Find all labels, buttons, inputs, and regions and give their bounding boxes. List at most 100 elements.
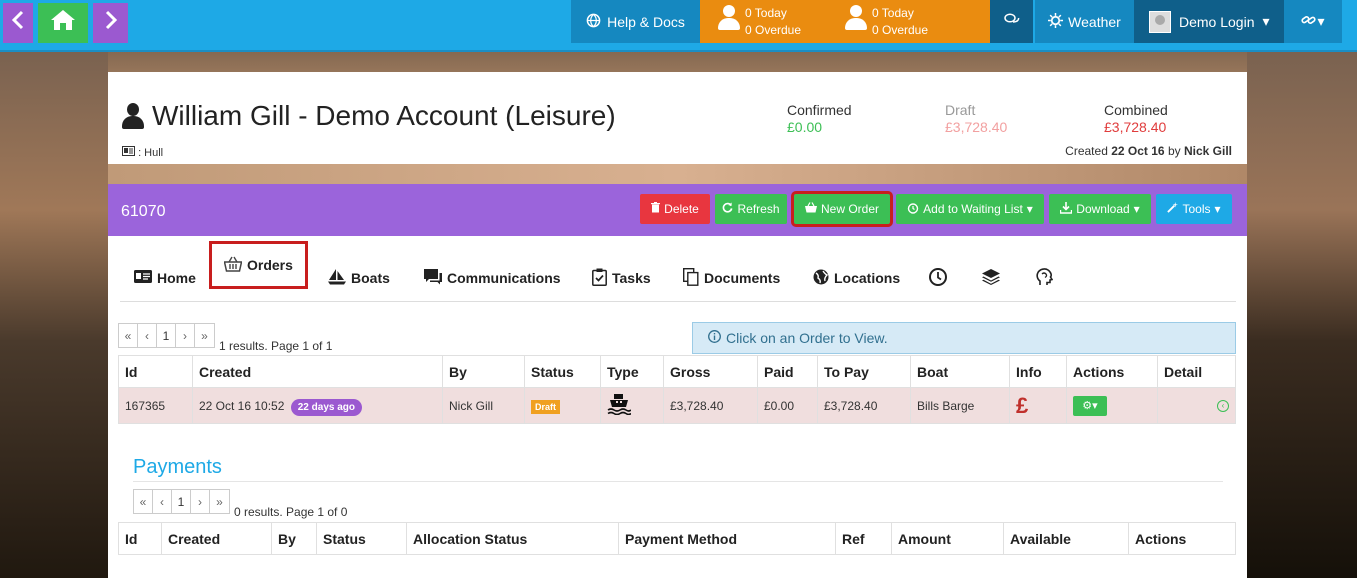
clipboard-check-icon: [592, 268, 607, 289]
combined-label: Combined: [1104, 102, 1168, 118]
column-header[interactable]: Actions: [1128, 522, 1236, 555]
gear-icon: ⚙: [1082, 400, 1093, 412]
column-header[interactable]: Allocation Status: [406, 522, 619, 555]
chevron-circle-left-icon[interactable]: ‹: [1217, 399, 1229, 412]
globe-icon: [813, 269, 829, 288]
column-header[interactable]: Info: [1009, 355, 1067, 388]
sun-icon: [1048, 12, 1064, 31]
account-panel: 61070 Delete Refresh New Order Add to Wa…: [108, 184, 1247, 578]
home-icon: [50, 9, 76, 37]
my-tasks-overdue: 0 Overdue: [745, 23, 802, 37]
column-header[interactable]: By: [442, 355, 525, 388]
pound-icon[interactable]: £: [1016, 393, 1028, 418]
chat-button[interactable]: [990, 0, 1033, 43]
download-button[interactable]: Download ▾: [1049, 194, 1151, 224]
tab-tasks[interactable]: Tasks: [592, 256, 651, 300]
column-header[interactable]: Created: [192, 355, 443, 388]
help-docs-button[interactable]: Help & Docs: [571, 0, 700, 43]
tab-documents[interactable]: Documents: [682, 256, 781, 300]
draft-value: £3,728.40: [945, 119, 1008, 135]
created-by-prefix: by: [1167, 144, 1181, 158]
prev-page-button[interactable]: ‹: [138, 324, 157, 347]
column-header[interactable]: Boat: [910, 355, 1010, 388]
page-1-button[interactable]: 1: [172, 490, 191, 513]
id-card-icon: [134, 270, 152, 286]
tab-communications[interactable]: Communications: [424, 256, 561, 300]
column-header[interactable]: Paid: [757, 355, 818, 388]
orders-table: Id Created By Status Type Gross Paid To …: [118, 355, 1236, 424]
payments-title: Payments: [133, 456, 222, 478]
column-header[interactable]: Amount: [891, 522, 1004, 555]
user-menu[interactable]: Demo Login ▾: [1134, 0, 1284, 43]
clock-icon: [929, 267, 947, 289]
first-page-button[interactable]: «: [119, 324, 138, 347]
tab-layers[interactable]: [982, 256, 1000, 300]
column-header[interactable]: Actions: [1066, 355, 1158, 388]
delete-button[interactable]: Delete: [640, 194, 710, 224]
first-page-button[interactable]: «: [134, 490, 153, 513]
forward-button[interactable]: [93, 3, 128, 43]
caret-down-icon: ▾: [1317, 13, 1325, 29]
column-header[interactable]: Ref: [835, 522, 892, 555]
column-header[interactable]: Id: [118, 522, 162, 555]
confirmed-label: Confirmed: [787, 102, 852, 118]
last-page-button[interactable]: »: [195, 324, 214, 347]
location-text: : Hull: [138, 147, 164, 159]
actions-dropdown-button[interactable]: ⚙ ▾: [1073, 395, 1107, 416]
tab-boats[interactable]: Boats: [328, 256, 390, 300]
caret-down-icon: ▾: [1262, 13, 1270, 29]
tab-locations-label: Locations: [834, 270, 901, 286]
waiting-list-label: Add to Waiting List: [923, 202, 1023, 216]
column-header[interactable]: Created: [161, 522, 272, 555]
team-tasks-widget[interactable]: 0 Today 0 Overdue: [844, 5, 928, 39]
layers-icon: [982, 268, 1000, 288]
order-boat-cell: Bills Barge: [910, 387, 1010, 424]
column-header[interactable]: Detail: [1157, 355, 1236, 388]
column-header[interactable]: Status: [316, 522, 407, 555]
chat-bubbles-icon: [1003, 12, 1020, 31]
waiting-list-button[interactable]: Add to Waiting List ▾: [896, 194, 1044, 224]
tab-home[interactable]: Home: [134, 256, 196, 300]
order-hint-text: Click on an Order to View.: [726, 330, 888, 346]
last-page-button[interactable]: »: [210, 490, 229, 513]
tools-button[interactable]: Tools ▾: [1156, 194, 1232, 224]
my-tasks-widget[interactable]: 0 Today 0 Overdue: [717, 5, 801, 39]
prev-page-button[interactable]: ‹: [153, 490, 172, 513]
tab-insights[interactable]: [1036, 256, 1054, 300]
column-header[interactable]: Type: [600, 355, 664, 388]
column-header[interactable]: Id: [118, 355, 193, 388]
tab-documents-label: Documents: [704, 270, 781, 286]
back-button[interactable]: [3, 3, 33, 43]
draft-total: Draft £3,728.40: [945, 102, 1007, 136]
home-button[interactable]: [38, 3, 88, 43]
weather-button[interactable]: Weather: [1035, 0, 1134, 43]
tab-locations[interactable]: Locations: [813, 256, 900, 300]
table-row[interactable]: 167365 22 Oct 16 10:52 22 days ago Nick …: [118, 387, 1236, 424]
order-gross-cell: £3,728.40: [663, 387, 758, 424]
copy-files-icon: [682, 267, 699, 289]
sailboat-icon: [328, 268, 346, 288]
column-header[interactable]: By: [271, 522, 317, 555]
refresh-button[interactable]: Refresh: [715, 194, 787, 224]
next-page-button[interactable]: ›: [191, 490, 210, 513]
payments-results-info: 0 results. Page 1 of 0: [234, 505, 348, 519]
column-header[interactable]: Available: [1003, 522, 1129, 555]
next-page-button[interactable]: ›: [176, 324, 195, 347]
new-order-button[interactable]: New Order: [791, 191, 893, 227]
column-header[interactable]: To Pay: [817, 355, 911, 388]
column-header[interactable]: Gross: [663, 355, 758, 388]
top-navbar: Help & Docs 0 Today 0 Overdue 0 Today 0 …: [0, 0, 1357, 52]
tools-label: Tools: [1182, 202, 1211, 216]
tab-history[interactable]: [929, 256, 947, 300]
order-actions-cell: ⚙ ▾: [1066, 387, 1158, 424]
tab-communications-label: Communications: [447, 270, 561, 286]
tab-orders[interactable]: Orders: [209, 241, 308, 289]
age-badge: 22 days ago: [290, 398, 363, 416]
chevron-left-icon: [11, 10, 25, 36]
refresh-label: Refresh: [737, 202, 780, 216]
column-header[interactable]: Payment Method: [618, 522, 836, 555]
column-header[interactable]: Status: [524, 355, 601, 388]
links-menu[interactable]: ▾: [1284, 0, 1342, 43]
basket-icon: [804, 202, 817, 216]
page-1-button[interactable]: 1: [157, 324, 176, 347]
